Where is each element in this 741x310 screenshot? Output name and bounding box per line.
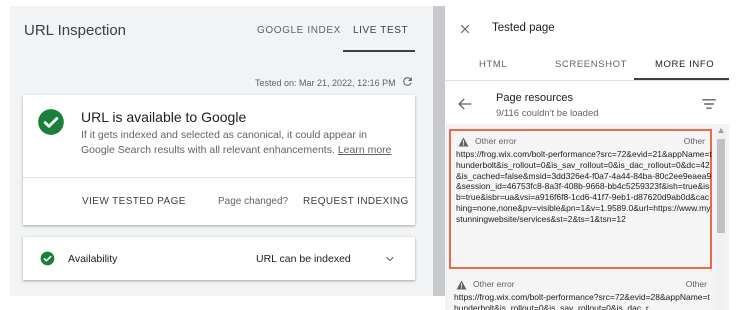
scrollbar-thumb[interactable] [717, 139, 725, 233]
refresh-icon[interactable] [401, 75, 414, 88]
tab-more-info[interactable]: MORE INFO [655, 59, 714, 70]
error-url: https://frog.wix.com/bolt-performance?sr… [456, 149, 712, 224]
panel-header: URL Inspection GOOGLE INDEX LIVE TEST [10, 6, 433, 52]
learn-more-link[interactable]: Learn more [338, 144, 392, 156]
availability-label: Availability [68, 253, 118, 265]
availability-value: URL can be indexed [256, 253, 351, 265]
tested-on-timestamp: Tested on: Mar 21, 2022, 12:16 PM [255, 78, 396, 88]
availability-row[interactable]: Availability URL can be indexed [23, 237, 415, 280]
request-indexing-button[interactable]: REQUEST INDEXING [303, 196, 409, 207]
tab-google-index[interactable]: GOOGLE INDEX [257, 25, 341, 36]
url-inspection-panel: URL Inspection GOOGLE INDEX LIVE TEST Te… [10, 6, 433, 296]
resources-title: Page resources [496, 92, 574, 104]
tab-screenshot[interactable]: SCREENSHOT [555, 59, 627, 70]
warning-icon [458, 137, 469, 147]
app-root: URL Inspection GOOGLE INDEX LIVE TEST Te… [0, 0, 741, 310]
error-kind: Other [685, 279, 707, 289]
resources-subtitle: 9/116 couldn't be loaded [496, 108, 599, 119]
check-circle-icon [40, 251, 55, 266]
status-title: URL is available to Google [81, 109, 247, 125]
check-circle-icon [38, 109, 64, 135]
page-title: URL Inspection [24, 22, 126, 39]
tabs-divider [445, 80, 729, 81]
page-changed-label: Page changed? [218, 196, 289, 207]
close-icon[interactable] [459, 23, 471, 35]
resources-list: Other error Other https://frog.wix.com/b… [445, 124, 729, 310]
tested-page-panel: Tested page HTML SCREENSHOT MORE INFO Pa… [445, 6, 729, 310]
active-tab-indicator [343, 50, 415, 52]
status-description: If it gets indexed and selected as canon… [81, 128, 401, 158]
error-kind: Other [683, 136, 705, 146]
chevron-down-icon[interactable] [384, 253, 396, 265]
panel-scrim [433, 6, 445, 296]
scroll-up-icon[interactable] [718, 128, 724, 133]
list-item[interactable]: Other error Other https://frog.wix.com/b… [449, 274, 712, 310]
status-card: URL is available to Google If it gets in… [23, 95, 415, 225]
filter-icon[interactable] [702, 99, 716, 109]
error-title: Other error [473, 279, 515, 289]
error-url: https://frog.wix.com/bolt-performance?sr… [454, 292, 710, 310]
view-tested-page-button[interactable]: VIEW TESTED PAGE [82, 196, 186, 207]
error-title: Other error [475, 136, 517, 146]
warning-icon [456, 280, 467, 290]
panel-title: Tested page [492, 22, 555, 34]
status-description-text: If it gets indexed and selected as canon… [81, 129, 368, 156]
list-item[interactable]: Other error Other https://frog.wix.com/b… [449, 129, 712, 269]
tab-live-test[interactable]: LIVE TEST [353, 25, 408, 36]
tab-html[interactable]: HTML [479, 59, 507, 70]
card-divider [23, 177, 415, 178]
arrow-back-icon[interactable] [458, 98, 472, 110]
